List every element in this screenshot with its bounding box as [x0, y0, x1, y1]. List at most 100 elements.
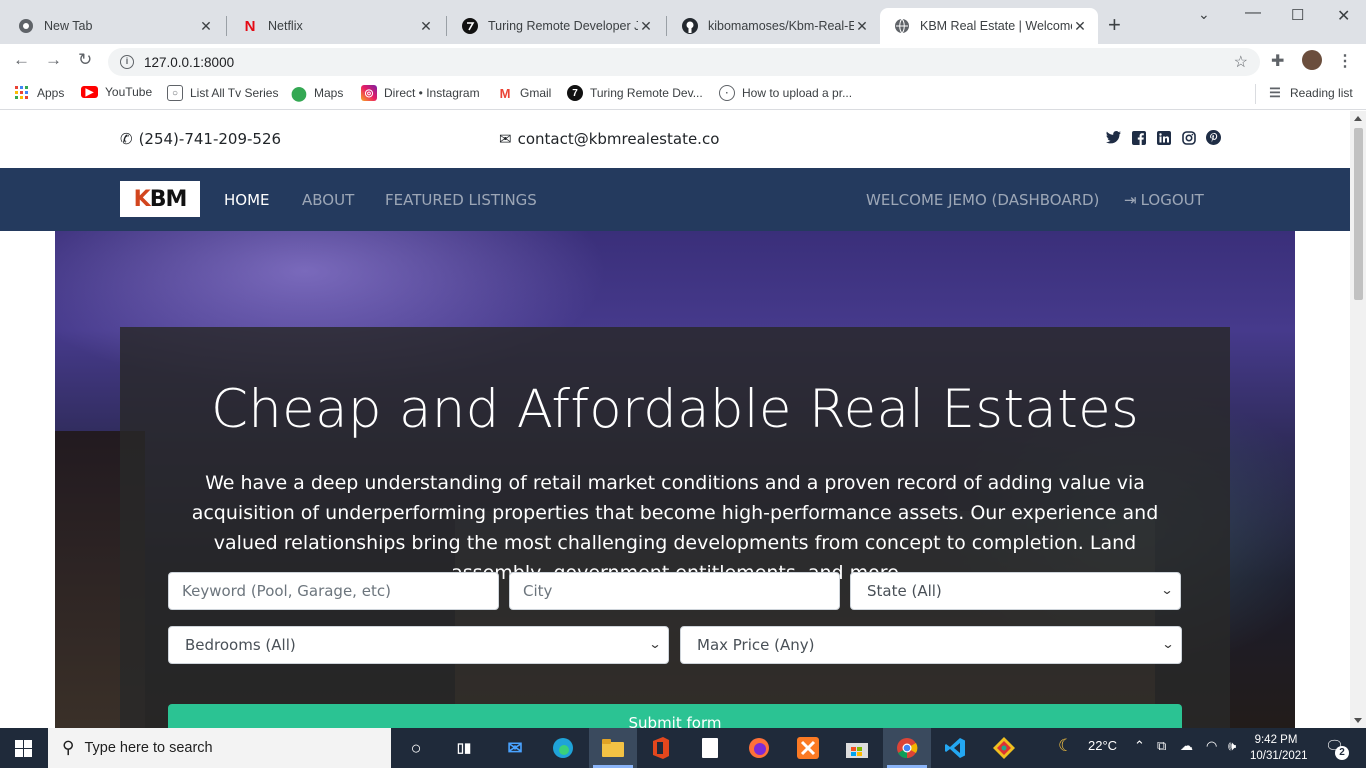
nav-dashboard[interactable]: WELCOME JEMO (DASHBOARD)	[866, 191, 1099, 209]
git-gui-icon[interactable]	[992, 736, 1016, 760]
bookmark-star-icon[interactable]: ☆	[1234, 52, 1248, 72]
notification-count-badge: 2	[1335, 746, 1349, 760]
onedrive-cloud-icon[interactable]: ☁	[1180, 738, 1193, 754]
store-icon[interactable]	[845, 736, 869, 760]
gmail-icon: M	[499, 85, 511, 101]
tab-turing[interactable]: Turing Remote Developer Jobs ✕	[448, 8, 664, 44]
facebook-icon[interactable]	[1131, 130, 1146, 145]
nav-home[interactable]: HOME	[224, 191, 270, 209]
maximize-icon[interactable]: ☐	[1291, 6, 1304, 24]
show-hidden-icons-chevron-icon[interactable]: ⌃	[1134, 738, 1145, 754]
close-tab-icon[interactable]: ✕	[1072, 18, 1088, 35]
bookmark-youtube[interactable]: ▶ YouTube	[81, 85, 152, 99]
main-navbar: KBM HOME ABOUT FEATURED LISTINGS WELCOME…	[0, 168, 1350, 231]
tab-divider	[446, 16, 447, 36]
turing-icon: 7	[567, 85, 583, 101]
contact-topbar: ✆ (254)-741-209-526 ✉ contact@kbmrealest…	[0, 111, 1350, 168]
scroll-up-icon[interactable]	[1354, 116, 1362, 121]
city-input[interactable]: City	[509, 572, 840, 610]
system-clock[interactable]: 9:42 PM 10/31/2021	[1250, 732, 1308, 764]
profile-avatar[interactable]	[1302, 50, 1322, 70]
back-arrow-icon[interactable]: ←	[13, 50, 30, 70]
bookmark-upload[interactable]: · How to upload a pr...	[719, 85, 852, 101]
linkedin-icon[interactable]	[1156, 130, 1171, 145]
close-tab-icon[interactable]: ✕	[418, 18, 434, 35]
close-tab-icon[interactable]: ✕	[854, 18, 870, 35]
bedrooms-select[interactable]: Bedrooms (All) ⌄	[168, 626, 669, 664]
bookmark-maps[interactable]: ⬤ Maps	[291, 85, 343, 101]
meet-now-icon[interactable]: ⧉	[1157, 738, 1166, 754]
twitter-icon[interactable]	[1106, 130, 1121, 145]
netflix-icon: N	[244, 17, 256, 35]
more-menu-icon[interactable]: ⋮	[1337, 51, 1353, 71]
hero-section: Cheap and Affordable Real Estates We hav…	[55, 231, 1295, 728]
volume-icon[interactable]: 🕪	[1228, 738, 1236, 754]
scroll-down-icon[interactable]	[1354, 718, 1362, 723]
chevron-down-icon: ⌄	[1161, 637, 1175, 651]
bookmarks-divider	[1255, 84, 1256, 104]
extensions-puzzle-icon[interactable]: ✚	[1271, 51, 1284, 71]
turing-icon	[462, 18, 478, 34]
nav-featured-listings[interactable]: FEATURED LISTINGS	[385, 191, 537, 209]
site-info-icon[interactable]: i	[120, 55, 134, 69]
forward-arrow-icon[interactable]: →	[45, 50, 62, 70]
cortana-icon[interactable]: ○	[404, 736, 428, 760]
taskbar-search[interactable]: ⚲ Type here to search	[48, 728, 391, 768]
bookmark-turing[interactable]: 7 Turing Remote Dev...	[567, 85, 703, 101]
reload-icon[interactable]: ↻	[78, 50, 92, 70]
browser-tab-strip: New Tab ✕ N Netflix ✕ Turing Remote Deve…	[0, 0, 1366, 44]
temperature-readout[interactable]: 22°C	[1088, 738, 1117, 753]
max-price-select[interactable]: Max Price (Any) ⌄	[680, 626, 1182, 664]
tab-divider	[666, 16, 667, 36]
xampp-icon[interactable]	[796, 736, 820, 760]
sign-out-icon: ⇥	[1124, 191, 1137, 209]
close-tab-icon[interactable]: ✕	[638, 18, 654, 35]
notepad-icon[interactable]	[698, 736, 722, 760]
instagram-icon[interactable]	[1181, 130, 1196, 145]
weather-moon-icon[interactable]: ☾	[1058, 736, 1073, 756]
wifi-icon[interactable]: ◠	[1206, 738, 1217, 754]
phone-icon: ✆	[120, 130, 133, 148]
nav-logout[interactable]: ⇥ LOGOUT	[1124, 191, 1204, 209]
close-tab-icon[interactable]: ✕	[198, 18, 214, 35]
tab-kbm-real-estate[interactable]: KBM Real Estate | Welcome ✕	[880, 8, 1098, 44]
bookmark-tv-series[interactable]: ○ List All Tv Series	[167, 85, 278, 101]
tab-github[interactable]: kibomamoses/Kbm-Real-Estate ✕	[668, 8, 880, 44]
tab-new-tab[interactable]: New Tab ✕	[4, 8, 224, 44]
nav-about[interactable]: ABOUT	[302, 191, 354, 209]
chrome-icon[interactable]	[895, 736, 919, 760]
firefox-icon[interactable]	[747, 736, 771, 760]
windows-taskbar: ⚲ Type here to search ○ ▯▮ ✉ ☾ 22°C ⌃ ⧉ …	[0, 728, 1366, 768]
pinterest-icon[interactable]	[1206, 130, 1221, 145]
bookmark-apps[interactable]: Apps	[14, 85, 64, 101]
page-scrollbar[interactable]	[1350, 111, 1366, 728]
search-icon: ⚲	[62, 738, 75, 757]
bookmark-gmail[interactable]: M Gmail	[497, 85, 552, 101]
submit-button[interactable]: Submit form	[168, 704, 1182, 728]
task-view-icon[interactable]: ▯▮	[452, 736, 476, 760]
close-window-icon[interactable]: ✕	[1337, 6, 1350, 26]
kbm-logo[interactable]: KBM	[120, 181, 200, 217]
tab-divider	[226, 16, 227, 36]
chevron-down-icon: ⌄	[1160, 583, 1174, 597]
chevron-down-icon: ⌄	[648, 637, 662, 651]
tab-search-chevron-icon[interactable]: ⌄	[1198, 6, 1210, 23]
office-icon[interactable]	[649, 736, 673, 760]
email-contact: ✉ contact@kbmrealestate.co	[499, 130, 720, 148]
edge-icon[interactable]	[551, 736, 575, 760]
state-select[interactable]: State (All) ⌄	[850, 572, 1181, 610]
bookmark-instagram[interactable]: ◎ Direct • Instagram	[361, 85, 480, 101]
reading-list-button[interactable]: ☰ Reading list	[1267, 85, 1353, 101]
new-tab-button[interactable]: +	[1108, 14, 1121, 36]
windows-start-icon[interactable]	[15, 740, 32, 757]
minimize-icon[interactable]: —	[1245, 4, 1261, 22]
vscode-icon[interactable]	[943, 736, 967, 760]
file-explorer-icon[interactable]	[601, 736, 625, 760]
address-bar[interactable]: i 127.0.0.1:8000 ☆	[108, 48, 1260, 76]
keyword-input[interactable]: Keyword (Pool, Garage, etc)	[168, 572, 499, 610]
scrollbar-thumb[interactable]	[1354, 128, 1363, 300]
social-links	[1106, 130, 1221, 145]
tab-netflix[interactable]: N Netflix ✕	[228, 8, 444, 44]
mail-icon[interactable]: ✉	[503, 736, 527, 760]
phone-contact: ✆ (254)-741-209-526	[120, 130, 282, 148]
